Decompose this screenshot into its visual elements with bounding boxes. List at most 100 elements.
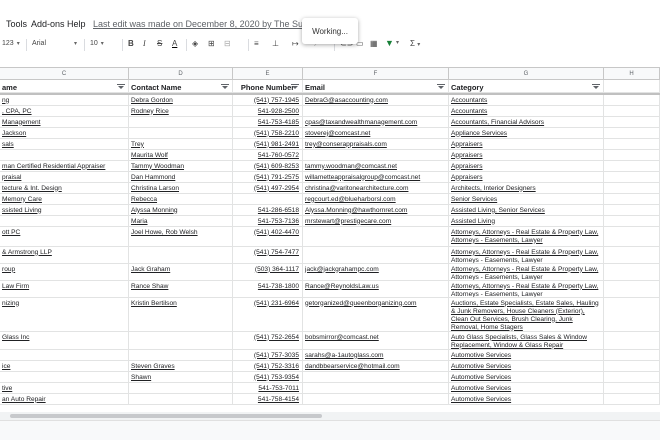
cell-category[interactable]: Architects, Interior Designers [449, 183, 604, 193]
cell-name[interactable]: nizing [0, 298, 129, 331]
cell-email[interactable]: dandbbearservice@hotmail.com [303, 361, 449, 371]
cell-email[interactable]: tammy.woodman@comcast.net [303, 161, 449, 171]
cell-blank[interactable] [604, 394, 660, 404]
cell-name[interactable]: Memory Care [0, 194, 129, 204]
cell-contact[interactable]: Kristin Bertilson [129, 298, 233, 331]
cell-phone[interactable]: (541) 752-2654 [233, 332, 303, 349]
vertical-align-icon[interactable]: ⊥ [272, 39, 279, 48]
cell-phone[interactable]: 541-738-1800 [233, 281, 303, 297]
cell-category[interactable]: Automotive Services [449, 394, 604, 404]
cell-name[interactable]: , CPA, PC [0, 106, 129, 116]
cell-name[interactable]: tecture & Int. Design [0, 183, 129, 193]
cell-phone[interactable]: 541-753-7136 [233, 216, 303, 226]
cell-phone[interactable]: (541) 981-2491 [233, 139, 303, 149]
cell-blank[interactable] [604, 194, 660, 204]
cell-category[interactable]: Auctions, Estate Specialists, Estate Sal… [449, 298, 604, 331]
cell-phone[interactable]: (541) 758-2210 [233, 128, 303, 138]
cell-email[interactable]: christina@varitonearchitecture.com [303, 183, 449, 193]
cell-phone[interactable]: (541) 497-2954 [233, 183, 303, 193]
cell-blank[interactable] [604, 227, 660, 246]
cell-name[interactable]: ice [0, 361, 129, 371]
cell-blank[interactable] [604, 332, 660, 349]
header-cell-blank[interactable] [604, 80, 660, 92]
cell-email[interactable]: bobsmirror@comcast.net [303, 332, 449, 349]
header-cell-contact[interactable]: Contact Name [129, 80, 233, 92]
header-cell-phone[interactable]: Phone Number [233, 80, 303, 92]
cell-category[interactable]: Automotive Services [449, 361, 604, 371]
cell-blank[interactable] [604, 361, 660, 371]
cell-email[interactable]: Alyssa.Monning@hawthornret.com [303, 205, 449, 215]
cell-category[interactable]: Accountants [449, 95, 604, 105]
cell-contact[interactable]: Rance Shaw [129, 281, 233, 297]
cell-category[interactable]: Attorneys, Attorneys - Real Estate & Pro… [449, 264, 604, 280]
cell-name[interactable]: Glass Inc [0, 332, 129, 349]
horizontal-align-icon[interactable]: ≡ [254, 39, 259, 48]
last-edit-link[interactable]: Last edit was made on December 8, 2020 b… [93, 19, 303, 29]
cell-phone[interactable]: (541) 791-2575 [233, 172, 303, 182]
cell-name[interactable]: sals [0, 139, 129, 149]
cell-name[interactable]: an Auto Repair [0, 394, 129, 404]
cell-blank[interactable] [604, 298, 660, 331]
cell-name[interactable]: man Certified Residential Appraiser [0, 161, 129, 171]
cell-contact[interactable] [129, 117, 233, 127]
cell-category[interactable]: Appraisers [449, 150, 604, 160]
horizontal-scrollbar-thumb[interactable] [10, 414, 322, 418]
header-cell-email[interactable]: Email [303, 80, 449, 92]
cell-category[interactable]: Auto Glass Specialists, Glass Sales & Wi… [449, 332, 604, 349]
cell-email[interactable]: DebraG@asaccounting.com [303, 95, 449, 105]
cell-category[interactable]: Appraisers [449, 161, 604, 171]
cell-contact[interactable]: Maria [129, 216, 233, 226]
frozen-row-divider[interactable] [0, 93, 660, 95]
cell-contact[interactable]: Debra Gordon [129, 95, 233, 105]
cell-contact[interactable]: Tammy Woodman [129, 161, 233, 171]
cell-category[interactable]: Senior Services [449, 194, 604, 204]
cell-contact[interactable] [129, 383, 233, 393]
cell-blank[interactable] [604, 264, 660, 280]
filter-icon[interactable]: ▼ [385, 38, 394, 48]
cell-phone[interactable]: 541-753-4185 [233, 117, 303, 127]
cell-blank[interactable] [604, 161, 660, 171]
cell-blank[interactable] [604, 150, 660, 160]
cell-contact[interactable]: Christina Larson [129, 183, 233, 193]
filter-icon[interactable] [291, 84, 299, 89]
cell-contact[interactable] [129, 128, 233, 138]
cell-blank[interactable] [604, 106, 660, 116]
menu-help[interactable]: Help [67, 19, 86, 29]
cell-email[interactable] [303, 227, 449, 246]
cell-name[interactable] [0, 350, 129, 360]
cell-phone[interactable] [233, 194, 303, 204]
header-cell-category[interactable]: Category [449, 80, 604, 92]
cell-contact[interactable] [129, 247, 233, 263]
column-header-f[interactable]: F [303, 68, 449, 80]
cell-email[interactable]: getorganized@queenborganizing.com [303, 298, 449, 331]
cell-contact[interactable]: Dan Hammond [129, 172, 233, 182]
cell-blank[interactable] [604, 281, 660, 297]
filter-icon[interactable] [117, 84, 125, 89]
cell-email[interactable] [303, 106, 449, 116]
cell-category[interactable]: Appraisers [449, 139, 604, 149]
cell-email[interactable] [303, 383, 449, 393]
cell-phone[interactable]: 541-928-2500 [233, 106, 303, 116]
filter-icon[interactable] [592, 84, 600, 89]
cell-contact[interactable] [129, 332, 233, 349]
cell-blank[interactable] [604, 95, 660, 105]
column-header-h[interactable]: H [604, 68, 660, 80]
strikethrough-button[interactable]: S [157, 39, 162, 48]
cell-phone[interactable]: 541-760-0572 [233, 150, 303, 160]
column-header-e[interactable]: E [233, 68, 303, 80]
filter-icon[interactable] [221, 84, 229, 89]
cell-contact[interactable] [129, 394, 233, 404]
cell-phone[interactable]: (541) 757-3035 [233, 350, 303, 360]
cell-contact[interactable]: Shawn [129, 372, 233, 382]
cell-category[interactable]: Appraisers [449, 172, 604, 182]
insert-chart-icon[interactable]: ▦ [370, 39, 378, 48]
cell-phone[interactable]: (541) 757-1945 [233, 95, 303, 105]
cell-email[interactable]: mrstewart@prestigecare.com [303, 216, 449, 226]
cell-phone[interactable]: (541) 609-8253 [233, 161, 303, 171]
cell-category[interactable]: Attorneys, Attorneys - Real Estate & Pro… [449, 281, 604, 297]
column-header-g[interactable]: G [449, 68, 604, 80]
column-header-c[interactable]: C [0, 68, 129, 80]
cell-category[interactable]: Attorneys, Attorneys - Real Estate & Pro… [449, 247, 604, 263]
cell-blank[interactable] [604, 247, 660, 263]
cell-name[interactable]: ng [0, 95, 129, 105]
